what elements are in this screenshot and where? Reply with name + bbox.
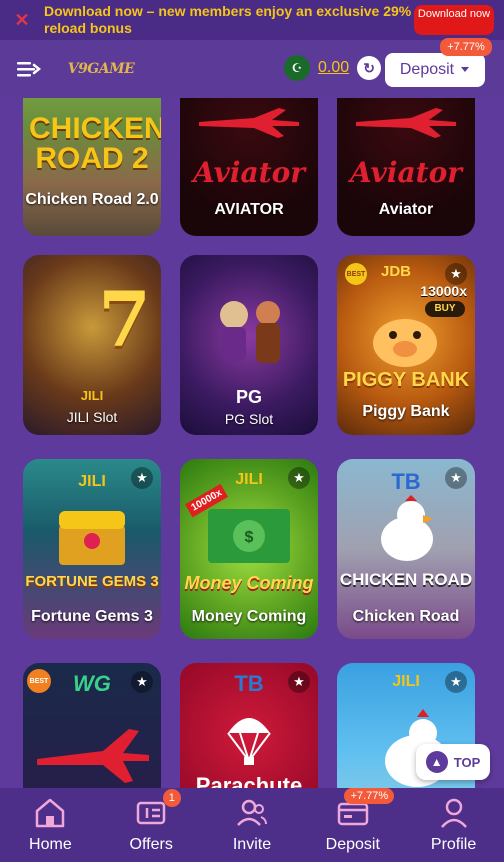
game-title: AVIATOR (214, 201, 284, 218)
header: V9GAME ☪ 0.00 ↻ Deposit +7.77% (0, 38, 504, 98)
game-card[interactable]: TB ★ CHICKEN ROAD Chicken Road (337, 459, 475, 639)
game-art-text: CHICKEN ROAD (339, 570, 473, 589)
magician-icon (220, 301, 280, 363)
parachute-icon (227, 718, 271, 765)
nav-label: Deposit (325, 836, 380, 853)
game-art-text: CHICKEN ROAD 2 (29, 112, 161, 175)
nav-item-home[interactable]: Home (0, 788, 101, 862)
airplane-icon (356, 108, 456, 138)
favorite-star-icon[interactable]: ★ (445, 467, 467, 489)
game-title: Chicken Road (352, 608, 460, 625)
nav-item-offers[interactable]: Offers 1 (101, 788, 202, 862)
balance-value[interactable]: 0.00 (318, 59, 349, 77)
game-art-text: Aviator (193, 156, 305, 189)
game-art-text: Parachute (195, 773, 303, 788)
airplane-icon (199, 108, 299, 138)
game-card[interactable]: 7 JILI JILI Slot (23, 255, 161, 435)
nav-item-profile[interactable]: Profile (403, 788, 504, 862)
game-art-text: Money Coming (184, 573, 314, 593)
game-card[interactable]: PG PG Slot (180, 255, 318, 435)
bottom-nav: Home Offers 1 Invite Deposit +7.77% Prof… (0, 788, 504, 862)
chevron-down-icon (461, 67, 470, 72)
favorite-star-icon[interactable]: ★ (445, 671, 467, 693)
treasure-chest-icon (59, 511, 125, 565)
piggy-icon (373, 319, 437, 367)
game-title: Money Coming (191, 608, 307, 625)
deposit-bonus-badge: +7.77% (344, 788, 395, 804)
favorite-star-icon[interactable]: ★ (445, 263, 467, 285)
favorite-star-icon[interactable]: ★ (288, 671, 310, 693)
deposit-button[interactable]: Deposit (385, 53, 485, 87)
provider-logo: PG (235, 387, 262, 407)
nav-label: Invite (232, 836, 272, 853)
game-art-text: FORTUNE GEMS 3 (25, 573, 159, 590)
download-button[interactable]: Download now (414, 5, 494, 35)
game-title: Chicken Road 2.0 (25, 191, 159, 208)
refresh-icon[interactable]: ↻ (357, 56, 382, 80)
game-card[interactable]: JILI ★ FORTUNE GEMS 3 Fortune Gems 3 (23, 459, 161, 639)
game-art-text: PIGGY BANK (342, 369, 470, 391)
airplane-icon (37, 729, 149, 783)
profile-icon (440, 798, 467, 828)
game-art-text: 7 (98, 275, 151, 364)
scroll-top-button[interactable]: ▲ TOP (416, 744, 490, 780)
deposit-bonus-badge: +7.77% (440, 38, 492, 56)
invite-icon (237, 799, 267, 826)
top-label: TOP (453, 754, 481, 770)
multiplier-text: 13000x (420, 283, 467, 299)
game-title: Aviator (378, 201, 434, 218)
game-card[interactable]: Aviator AVIATOR (180, 98, 318, 236)
game-art-text: Aviator (350, 156, 462, 189)
game-card[interactable]: CHICKEN ROAD 2 Chicken Road 2.0 (23, 98, 161, 236)
deposit-label: Deposit (399, 61, 455, 78)
favorite-star-icon[interactable]: ★ (131, 467, 153, 489)
rocket-icon: ▲ (425, 751, 448, 773)
provider-logo: JDB (381, 263, 412, 280)
chicken-icon (381, 495, 433, 561)
nav-label: Offers (129, 836, 173, 853)
favorite-star-icon[interactable]: ★ (131, 671, 153, 693)
game-title: Fortune Gems 3 (31, 608, 153, 625)
game-card[interactable]: JILI ★ 10000x $ Money Coming Money Comin… (180, 459, 318, 639)
close-icon[interactable]: ✕ (0, 10, 44, 31)
pakistan-flag-icon: ☪ (284, 55, 310, 81)
favorite-star-icon[interactable]: ★ (288, 467, 310, 489)
game-title: PG Slot (224, 411, 274, 427)
nav-label: Home (29, 836, 72, 853)
game-title: JILI Slot (66, 409, 118, 425)
offers-count-badge: 1 (162, 789, 181, 807)
nav-label: Profile (430, 836, 477, 853)
game-card[interactable]: BEST WG ★ (23, 663, 161, 788)
svg-text:$: $ (245, 529, 254, 546)
best-badge: BEST (345, 263, 367, 285)
balance-display: ☪ 0.00 ↻ (284, 55, 382, 81)
promo-banner: ✕ Download now – new members enjoy an ex… (0, 0, 504, 40)
home-icon (36, 798, 65, 828)
game-card[interactable]: TB ★ Parachute (180, 663, 318, 788)
menu-button[interactable] (0, 59, 56, 79)
game-card[interactable]: Aviator Aviator (337, 98, 475, 236)
game-card[interactable]: BEST JDB ★ 13000x BUY PIGGY BANK Piggy B… (337, 255, 475, 435)
menu-arrow-icon (17, 62, 41, 77)
nav-item-invite[interactable]: Invite (202, 788, 303, 862)
money-stack-icon: $ (208, 509, 290, 563)
nav-item-deposit[interactable]: Deposit +7.77% (302, 788, 403, 862)
game-title: Piggy Bank (362, 403, 450, 420)
promo-message: Download now – new members enjoy an excl… (44, 3, 412, 36)
provider-logo: JILI (80, 388, 104, 403)
game-grid: CHICKEN ROAD 2 Chicken Road 2.0 Aviator … (0, 98, 504, 788)
site-logo[interactable]: V9GAME (56, 54, 146, 84)
